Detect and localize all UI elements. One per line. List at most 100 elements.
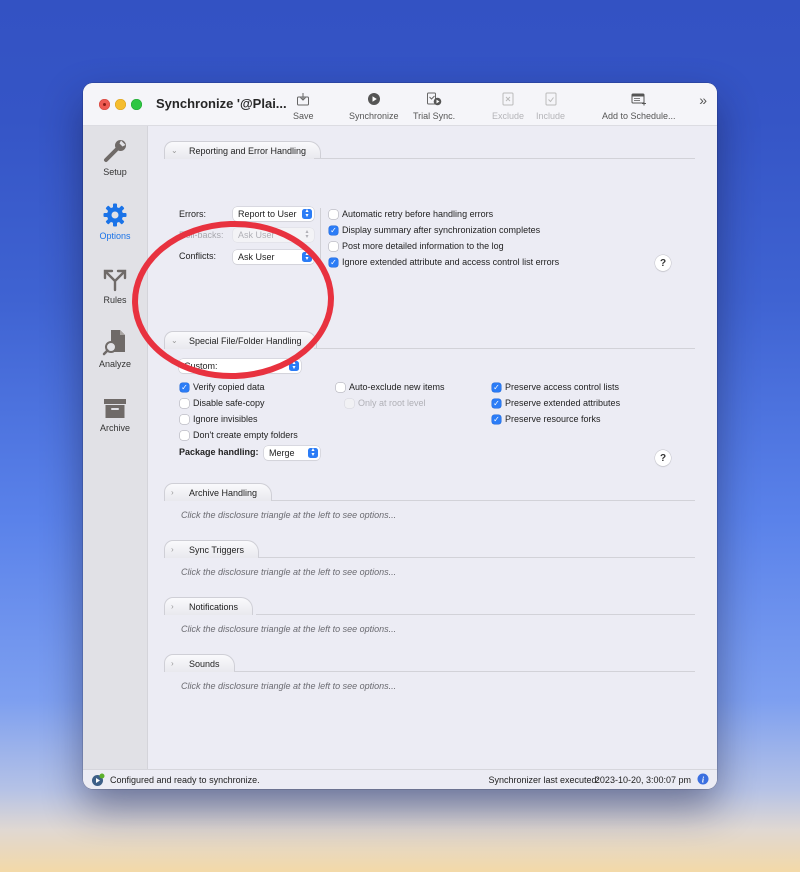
section-sync-triggers-disclosure[interactable]: › Sync Triggers — [164, 540, 260, 558]
checkbox-ignore-invisibles[interactable]: Ignore invisibles — [180, 414, 258, 424]
toolbar-trial-sync-button[interactable]: Trial Sync. — [413, 91, 455, 121]
checkbox-label: Post more detailed information to the lo… — [342, 241, 504, 251]
disclosure-collapsed-icon: › — [171, 488, 174, 497]
section-title: Notifications — [189, 601, 239, 612]
play-icon — [367, 93, 380, 105]
sidebar-item-archive-label: Archive — [99, 423, 130, 433]
section-title: Sync Triggers — [189, 544, 245, 555]
checkbox-box — [180, 398, 189, 408]
section-special-title: Special File/Folder Handling — [189, 335, 302, 346]
section-sounds-header: › Sounds — [164, 654, 695, 672]
sidebar-item-rules-label: Rules — [103, 295, 127, 305]
checkmark-icon: ✓ — [492, 398, 501, 408]
section-special-disclosure[interactable]: ⌄ Special File/Folder Handling — [164, 331, 317, 349]
section-reporting-header: ⌄ Reporting and Error Handling — [164, 141, 695, 159]
disclosure-expanded-icon: ⌄ — [171, 146, 178, 155]
checkbox-box — [329, 241, 338, 251]
special-help-button[interactable]: ? — [655, 450, 671, 466]
special-preset-value: Custom: — [184, 361, 218, 371]
close-window-button[interactable] — [99, 99, 110, 110]
checkbox-label: Preserve resource forks — [505, 414, 601, 424]
toolbar-exclude-button[interactable]: Exclude — [492, 91, 524, 121]
disclosure-collapsed-icon: › — [171, 545, 174, 554]
toolbar-overflow-chevron-icon[interactable]: » — [699, 92, 707, 108]
checkbox-preserve-xattr[interactable]: ✓ Preserve extended attributes — [492, 398, 620, 408]
section-notifications-header: › Notifications — [164, 597, 695, 615]
checkbox-label: Disable safe-copy — [193, 398, 265, 408]
exclude-file-icon — [502, 92, 514, 106]
popup-stepper-icon: ▴ ▾ — [289, 360, 299, 371]
minimize-window-button[interactable] — [115, 99, 126, 110]
checkbox-disable-safe-copy[interactable]: Disable safe-copy — [180, 398, 265, 408]
sidebar-item-analyze-label: Analyze — [98, 359, 132, 369]
popup-stepper-icon: ▴ ▾ — [302, 251, 312, 262]
toolbar-include-button[interactable]: Include — [536, 91, 565, 121]
sidebar-item-analyze[interactable]: Analyze — [83, 328, 147, 369]
sidebar-item-setup-label: Setup — [103, 167, 127, 177]
section-title: Archive Handling — [189, 487, 258, 498]
checkbox-box — [180, 430, 189, 440]
popup-stepper-icon: ▴ ▾ — [308, 447, 318, 458]
checkbox-automatic-retry[interactable]: Automatic retry before handling errors — [329, 209, 493, 219]
errors-popup[interactable]: Report to User ▴ ▾ — [233, 207, 314, 221]
section-reporting-disclosure[interactable]: ⌄ Reporting and Error Handling — [164, 141, 322, 159]
section-divider — [256, 614, 695, 615]
sidebar-item-options[interactable]: Options — [83, 200, 147, 241]
disclosure-expanded-icon: ⌄ — [171, 336, 178, 345]
checkbox-display-summary[interactable]: ✓ Display summary after synchronization c… — [329, 225, 540, 235]
toolbar-add-to-schedule-button[interactable]: Add to Schedule... — [602, 91, 676, 121]
disclosure-collapsed-icon: › — [171, 602, 174, 611]
toolbar-trial-sync-label: Trial Sync. — [413, 111, 456, 121]
checkbox-auto-exclude-new-items[interactable]: Auto-exclude new items — [336, 382, 445, 392]
last-executed-value: 2023-10-20, 3:00:07 pm — [594, 775, 691, 785]
document-magnifier-icon — [102, 330, 125, 356]
toolbar-synchronize-button[interactable]: Synchronize — [349, 91, 399, 121]
toolbar-synchronize-label: Synchronize — [349, 111, 399, 121]
rollbacks-popup[interactable]: Ask User ▴ ▾ — [233, 228, 314, 242]
conflicts-popup[interactable]: Ask User ▴ ▾ — [233, 250, 314, 264]
toolbar-add-to-schedule-label: Add to Schedule... — [602, 111, 676, 121]
checkbox-box — [180, 414, 189, 424]
checkbox-preserve-acl[interactable]: ✓ Preserve access control lists — [492, 382, 619, 392]
checkbox-label: Only at root level — [358, 398, 426, 408]
section-archive-handling-disclosure[interactable]: › Archive Handling — [164, 483, 273, 501]
section-hint: Click the disclosure triangle at the lef… — [181, 624, 397, 634]
checkbox-label: Don't create empty folders — [193, 430, 298, 440]
special-preset-popup[interactable]: Custom: ▴ ▾ — [179, 359, 301, 373]
package-handling-popup[interactable]: Merge ▴ ▾ — [264, 446, 320, 460]
toolbar-save-button[interactable]: Save — [293, 91, 314, 121]
save-icon — [297, 93, 310, 106]
package-handling-label: Package handling: — [179, 447, 259, 457]
section-special-header: ⌄ Special File/Folder Handling — [164, 331, 695, 349]
checkbox-ignore-xattr-acl-errors[interactable]: ✓ Ignore extended attribute and access co… — [329, 257, 559, 267]
section-notifications-disclosure[interactable]: › Notifications — [164, 597, 254, 615]
sidebar-item-setup[interactable]: Setup — [83, 136, 147, 177]
checkbox-verify-copied-data[interactable]: ✓ Verify copied data — [180, 382, 265, 392]
sidebar-item-rules[interactable]: Rules — [83, 264, 147, 305]
status-bar: Configured and ready to synchronize. Syn… — [83, 769, 717, 789]
rollbacks-popup-value: Ask User — [238, 230, 275, 240]
fork-arrows-icon — [103, 269, 127, 292]
zoom-window-button[interactable] — [131, 99, 142, 110]
rollbacks-label: Roll-backs: — [179, 230, 224, 240]
checkbox-post-detailed-log[interactable]: Post more detailed information to the lo… — [329, 241, 504, 251]
reporting-help-button[interactable]: ? — [655, 255, 671, 271]
title-bar: Synchronize '@Plai... Save Synchronize T… — [83, 83, 717, 126]
checkbox-label: Display summary after synchronization co… — [342, 225, 541, 235]
sidebar-item-archive[interactable]: Archive — [83, 392, 147, 433]
section-sounds-disclosure[interactable]: › Sounds — [164, 654, 235, 672]
checkbox-only-at-root-level[interactable]: Only at root level — [345, 398, 426, 408]
checkmark-icon: ✓ — [329, 225, 338, 235]
calendar-add-icon — [631, 93, 646, 106]
info-icon[interactable]: i — [697, 773, 709, 785]
checkmark-icon: ✓ — [492, 382, 501, 392]
section-archive-handling-header: › Archive Handling — [164, 483, 695, 501]
popup-stepper-icon: ▴ ▾ — [305, 229, 309, 240]
section-sync-triggers-header: › Sync Triggers — [164, 540, 695, 558]
section-hint: Click the disclosure triangle at the lef… — [181, 681, 397, 691]
conflicts-label: Conflicts: — [179, 251, 217, 261]
window-title: Synchronize '@Plai... — [156, 96, 287, 111]
checkbox-preserve-resource-forks[interactable]: ✓ Preserve resource forks — [492, 414, 601, 424]
checkbox-dont-create-empty-folders[interactable]: Don't create empty folders — [180, 430, 298, 440]
checkbox-label: Ignore invisibles — [193, 414, 258, 424]
